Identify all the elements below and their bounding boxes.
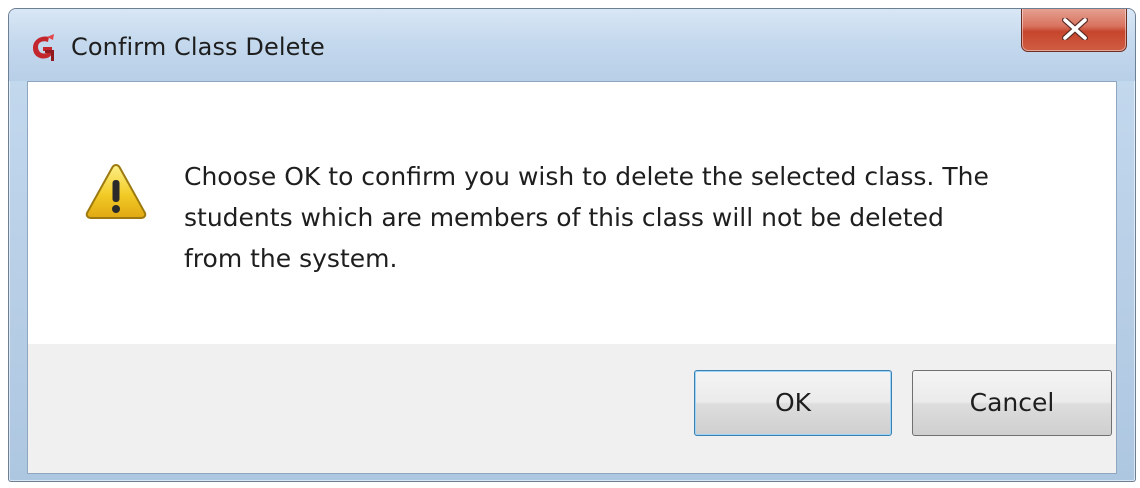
title-bar[interactable]: Confirm Class Delete [9, 9, 1135, 81]
dialog-window: Confirm Class Delete Choose OK to confir… [8, 8, 1136, 482]
confirmation-message: Choose OK to confirm you wish to delete … [184, 156, 1084, 279]
message-line: students which are members of this class… [184, 203, 944, 232]
close-button[interactable] [1021, 9, 1127, 52]
message-line: from the system. [184, 244, 398, 273]
warning-icon [85, 163, 147, 219]
close-icon [1062, 18, 1088, 40]
window-title: Confirm Class Delete [71, 33, 325, 61]
message-area: Choose OK to confirm you wish to delete … [28, 82, 1116, 344]
button-bar: OK Cancel [28, 344, 1116, 473]
dialog-client-area: Choose OK to confirm you wish to delete … [27, 81, 1117, 474]
ok-button[interactable]: OK [694, 370, 892, 436]
cancel-button[interactable]: Cancel [912, 370, 1112, 436]
message-line: Choose OK to confirm you wish to delete … [184, 162, 989, 191]
app-logo-icon [33, 34, 54, 61]
